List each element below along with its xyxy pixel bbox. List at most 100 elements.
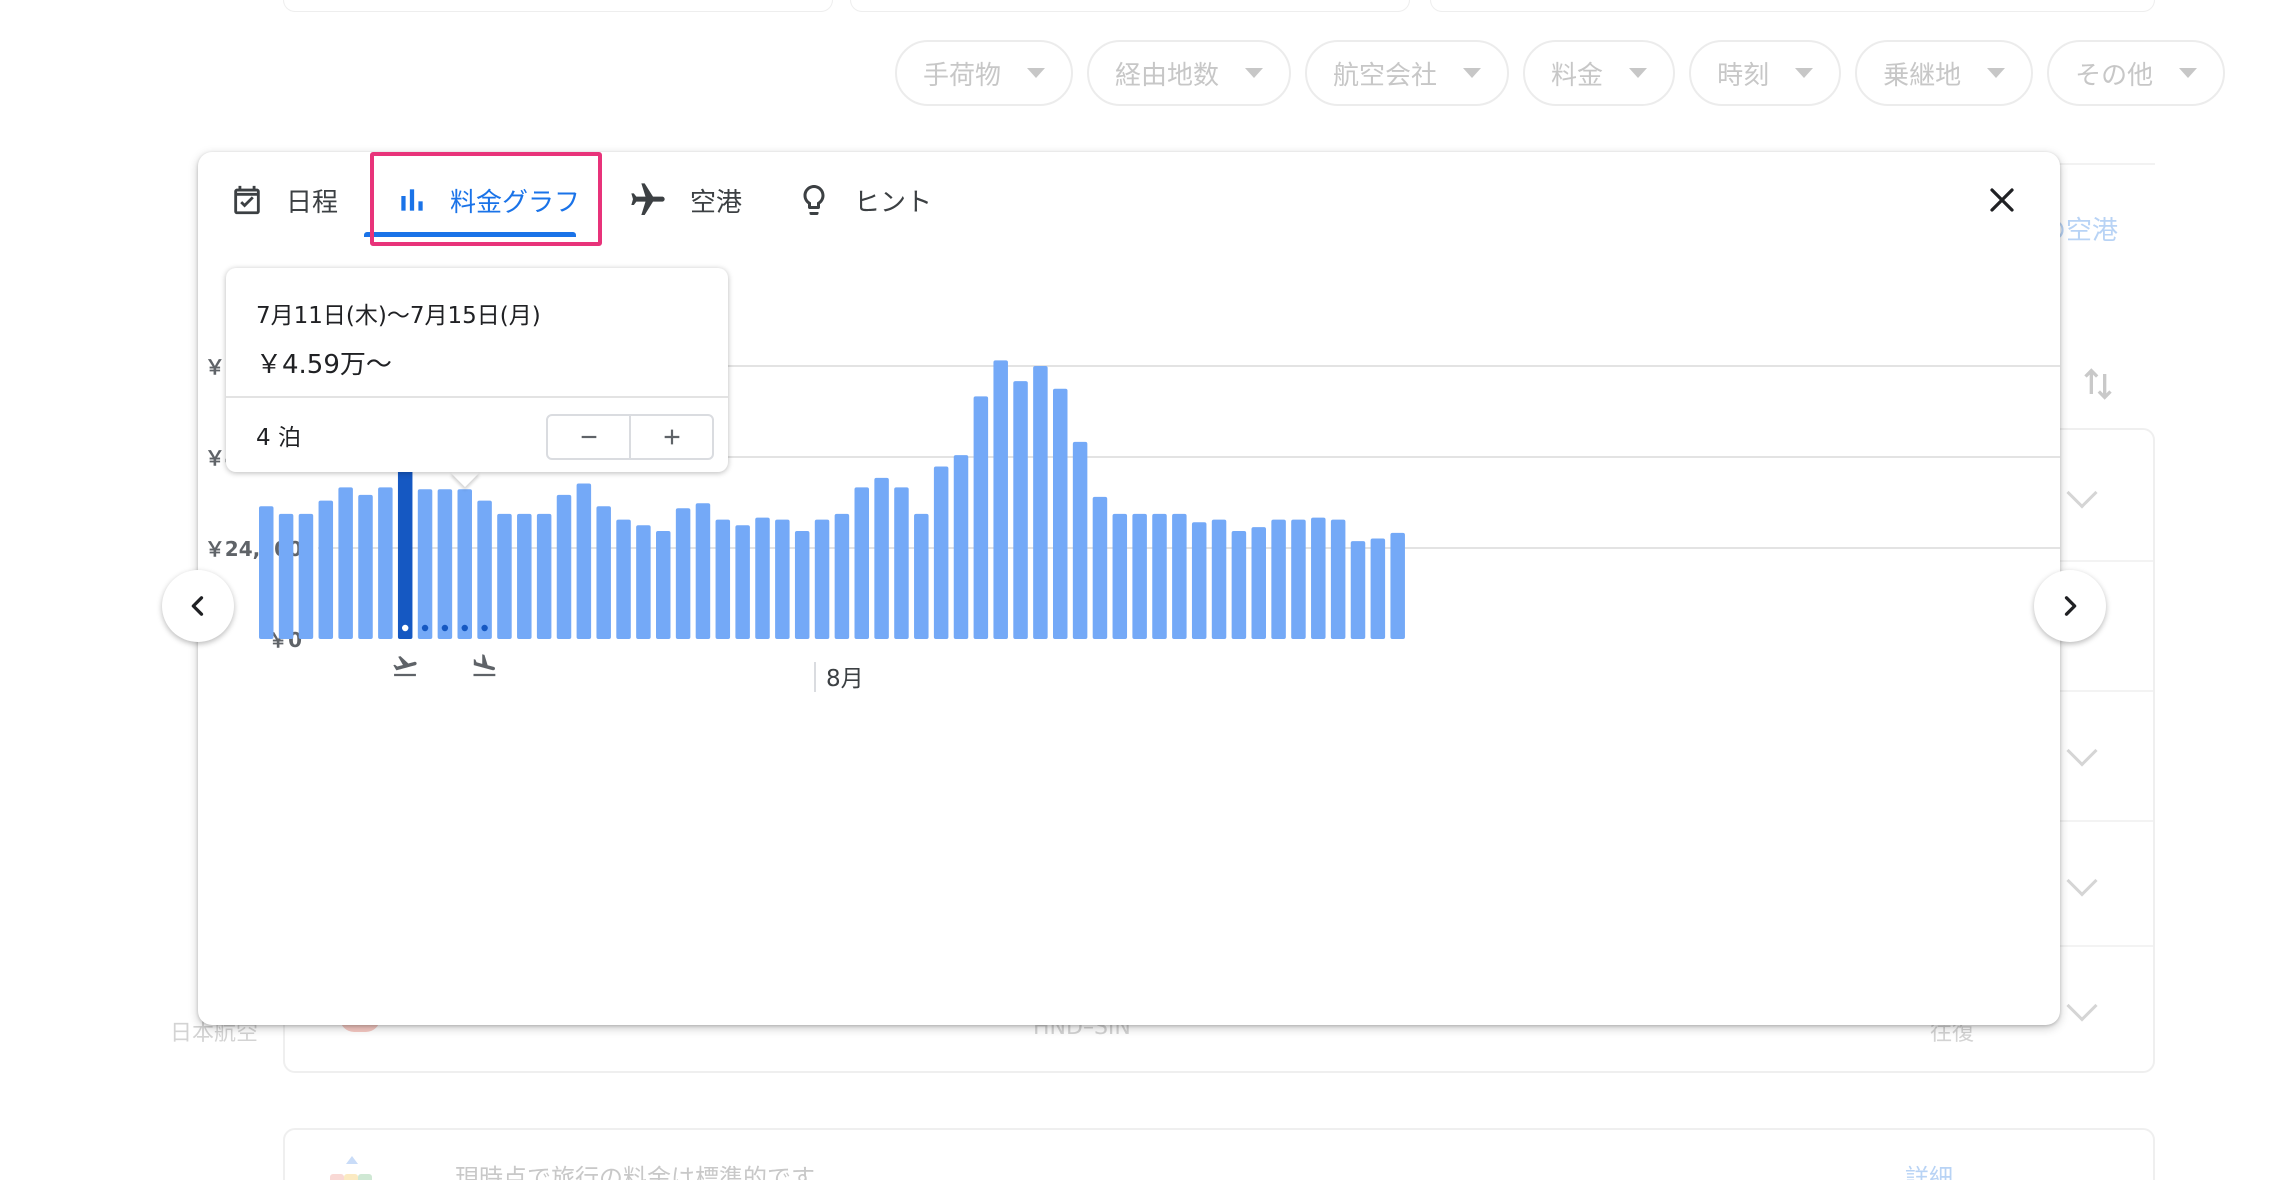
filter-label: 手荷物 bbox=[923, 60, 1002, 91]
filter-connecting-airports[interactable]: 乗継地 bbox=[1855, 40, 2034, 106]
bar bbox=[497, 513, 512, 639]
stay-day-dot bbox=[441, 624, 449, 632]
bar bbox=[675, 508, 691, 639]
trip-nights: 4 泊 bbox=[256, 425, 301, 451]
bar bbox=[358, 494, 373, 639]
bar bbox=[1013, 381, 1028, 639]
chevron-down-icon[interactable] bbox=[2066, 477, 2098, 509]
bar bbox=[437, 489, 453, 639]
bar bbox=[973, 396, 989, 639]
stay-day-dot bbox=[402, 624, 409, 632]
bar bbox=[914, 513, 929, 639]
bar bbox=[556, 494, 572, 639]
bar bbox=[298, 513, 314, 639]
caret-down-icon bbox=[1987, 68, 2006, 78]
chevron-left-icon bbox=[191, 596, 204, 616]
bar bbox=[1152, 513, 1167, 639]
bar bbox=[695, 503, 711, 639]
bar bbox=[636, 525, 651, 639]
bar bbox=[933, 466, 949, 639]
bar bbox=[417, 489, 433, 639]
bar bbox=[1251, 527, 1266, 639]
bar bbox=[259, 506, 274, 639]
sort-icon[interactable] bbox=[2078, 364, 2118, 404]
bar bbox=[854, 487, 869, 639]
chevron-right-icon bbox=[2064, 596, 2077, 616]
departure-icon bbox=[393, 656, 417, 677]
bar bbox=[338, 487, 353, 639]
bar bbox=[536, 513, 552, 639]
bar bbox=[715, 519, 731, 639]
plus-icon bbox=[664, 429, 679, 445]
stay-day-dot bbox=[461, 624, 468, 632]
bar bbox=[1211, 519, 1227, 639]
increase-nights-button[interactable] bbox=[629, 416, 712, 458]
bar bbox=[775, 519, 790, 639]
bar bbox=[1112, 513, 1128, 639]
bar bbox=[953, 455, 969, 639]
prev-dates-button[interactable] bbox=[162, 570, 234, 642]
month-label: 8月 bbox=[826, 666, 864, 692]
bar bbox=[457, 489, 472, 639]
caret-down-icon bbox=[1027, 68, 1046, 78]
next-dates-button[interactable] bbox=[2034, 570, 2106, 642]
trip-dates: 7月11日(木)〜7月15日(月) bbox=[256, 303, 541, 329]
filter-baggage[interactable]: 手荷物 bbox=[895, 40, 1074, 106]
caret-down-icon bbox=[2179, 68, 2198, 78]
bar bbox=[278, 513, 294, 639]
bar bbox=[616, 519, 631, 639]
bar bbox=[1172, 513, 1187, 639]
filter-label: 料金 bbox=[1551, 60, 1604, 91]
details-link[interactable]: 詳細 bbox=[1905, 1158, 1953, 1180]
bar bbox=[834, 513, 850, 639]
bar-selected bbox=[397, 466, 413, 639]
bar bbox=[1033, 366, 1048, 639]
filter-price[interactable]: 料金 bbox=[1523, 40, 1676, 106]
bar bbox=[814, 519, 830, 639]
background-top-card bbox=[1430, 0, 2155, 12]
bar bbox=[1191, 522, 1207, 639]
bar bbox=[1053, 388, 1068, 639]
price-note: 現時点で旅行の料金は標準的です。 bbox=[455, 1164, 837, 1180]
bar bbox=[1350, 541, 1366, 639]
bar bbox=[477, 500, 492, 639]
chevron-down-icon[interactable] bbox=[2066, 990, 2098, 1022]
bar bbox=[1311, 517, 1326, 639]
chevron-down-icon[interactable] bbox=[2066, 865, 2098, 897]
stay-day-dot bbox=[481, 624, 488, 632]
caret-down-icon bbox=[1245, 68, 1264, 78]
filter-label: 時刻 bbox=[1717, 60, 1770, 91]
bar bbox=[378, 487, 393, 639]
chevron-down-icon[interactable] bbox=[2066, 735, 2098, 767]
price-insight-icon bbox=[330, 1156, 372, 1180]
bar bbox=[517, 513, 532, 639]
nights-stepper bbox=[546, 414, 714, 460]
bar bbox=[1390, 532, 1405, 639]
filter-airlines[interactable]: 航空会社 bbox=[1305, 40, 1510, 106]
filter-bar: 手荷物 経由地数 航空会社 料金 時刻 乗継地 その他 bbox=[895, 40, 2226, 106]
bar bbox=[1132, 513, 1147, 639]
price-card: 7月11日(木)〜7月15日(月) ￥4.59万〜 4 泊 bbox=[226, 268, 728, 472]
trip-price: ￥4.59万〜 bbox=[256, 350, 392, 380]
bar bbox=[993, 360, 1008, 639]
bar bbox=[794, 530, 810, 639]
bar bbox=[1330, 519, 1346, 639]
return-icon bbox=[473, 654, 496, 677]
bar bbox=[596, 506, 611, 639]
bar bbox=[1072, 441, 1088, 639]
filter-more[interactable]: その他 bbox=[2047, 40, 2226, 106]
bar bbox=[755, 517, 770, 639]
caret-down-icon bbox=[1795, 68, 1814, 78]
background-top-card bbox=[850, 0, 1410, 12]
filter-times[interactable]: 時刻 bbox=[1689, 40, 1842, 106]
bar bbox=[1092, 496, 1108, 639]
date-price-modal: 日程 料金グラフ 空港 ヒント ￥0 ￥24,000 8月 7月11日(木)〜7… bbox=[198, 152, 2060, 1025]
decrease-nights-button[interactable] bbox=[548, 416, 629, 458]
bar bbox=[1231, 530, 1247, 639]
filter-label: その他 bbox=[2075, 60, 2154, 91]
filter-stops[interactable]: 経由地数 bbox=[1087, 40, 1292, 106]
background-top-card bbox=[283, 0, 833, 12]
bar bbox=[894, 487, 909, 639]
bar bbox=[576, 483, 592, 639]
bar bbox=[735, 525, 750, 639]
